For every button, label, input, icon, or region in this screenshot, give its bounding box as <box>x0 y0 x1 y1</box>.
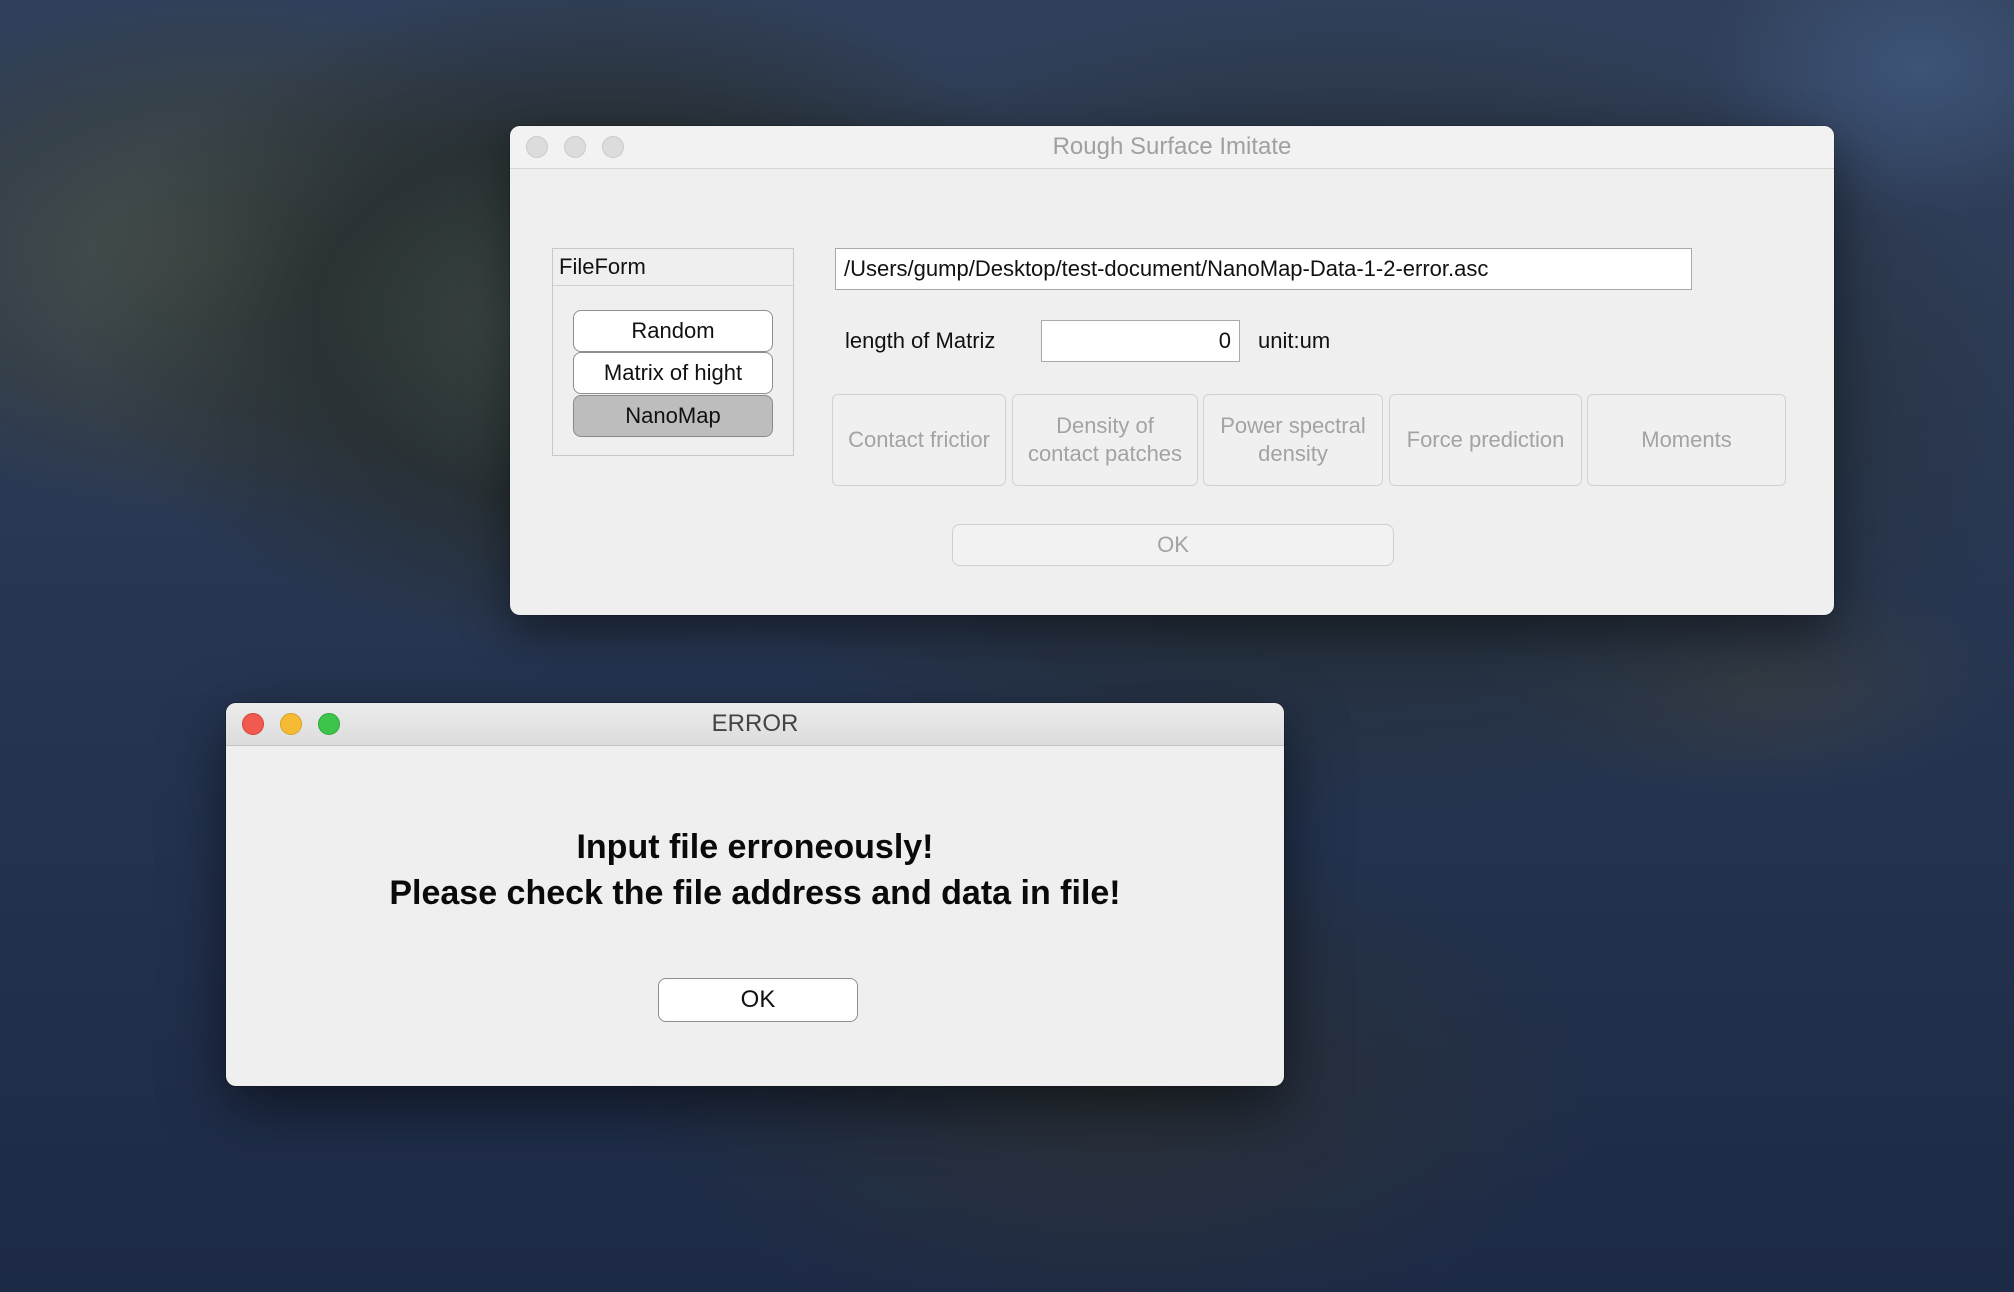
close-button[interactable] <box>526 136 548 158</box>
force-prediction-button[interactable]: Force prediction <box>1389 394 1582 486</box>
window-title: Rough Surface Imitate <box>1052 133 1292 160</box>
fileform-title: FileForm <box>553 249 793 286</box>
length-input[interactable] <box>1041 320 1240 362</box>
matrix-of-hight-button[interactable]: Matrix of hight <box>573 352 773 394</box>
close-button[interactable] <box>242 713 264 735</box>
fileform-panel: FileForm Random Matrix of hight NanoMap <box>552 248 794 456</box>
moments-button[interactable]: Moments <box>1587 394 1786 486</box>
zoom-button[interactable] <box>318 713 340 735</box>
error-window-controls <box>242 713 340 735</box>
random-button[interactable]: Random <box>573 310 773 352</box>
main-titlebar[interactable]: Rough Surface Imitate <box>510 126 1834 169</box>
density-of-contact-patches-button[interactable]: Density of contact patches <box>1012 394 1198 486</box>
error-title: ERROR <box>711 710 799 737</box>
error-titlebar[interactable]: ERROR <box>226 703 1284 746</box>
unit-label: unit:um <box>1258 328 1331 353</box>
main-ok-button[interactable]: OK <box>952 524 1394 566</box>
power-spectral-density-button[interactable]: Power spectral density <box>1203 394 1383 486</box>
zoom-button[interactable] <box>602 136 624 158</box>
error-message-line1: Input file erroneously! <box>576 828 934 866</box>
error-dialog: ERROR Input file erroneously! Please che… <box>226 703 1284 1086</box>
main-window: Rough Surface Imitate FileForm Random Ma… <box>510 126 1834 615</box>
nanomap-button[interactable]: NanoMap <box>573 395 773 437</box>
contact-friction-button[interactable]: Contact frictior <box>832 394 1006 486</box>
minimize-button[interactable] <box>564 136 586 158</box>
minimize-button[interactable] <box>280 713 302 735</box>
error-message-line2: Please check the file address and data i… <box>389 874 1121 912</box>
file-path-input[interactable] <box>835 248 1692 290</box>
length-label: length of Matriz <box>845 328 996 353</box>
error-ok-button[interactable]: OK <box>658 978 858 1022</box>
window-controls <box>526 136 624 158</box>
